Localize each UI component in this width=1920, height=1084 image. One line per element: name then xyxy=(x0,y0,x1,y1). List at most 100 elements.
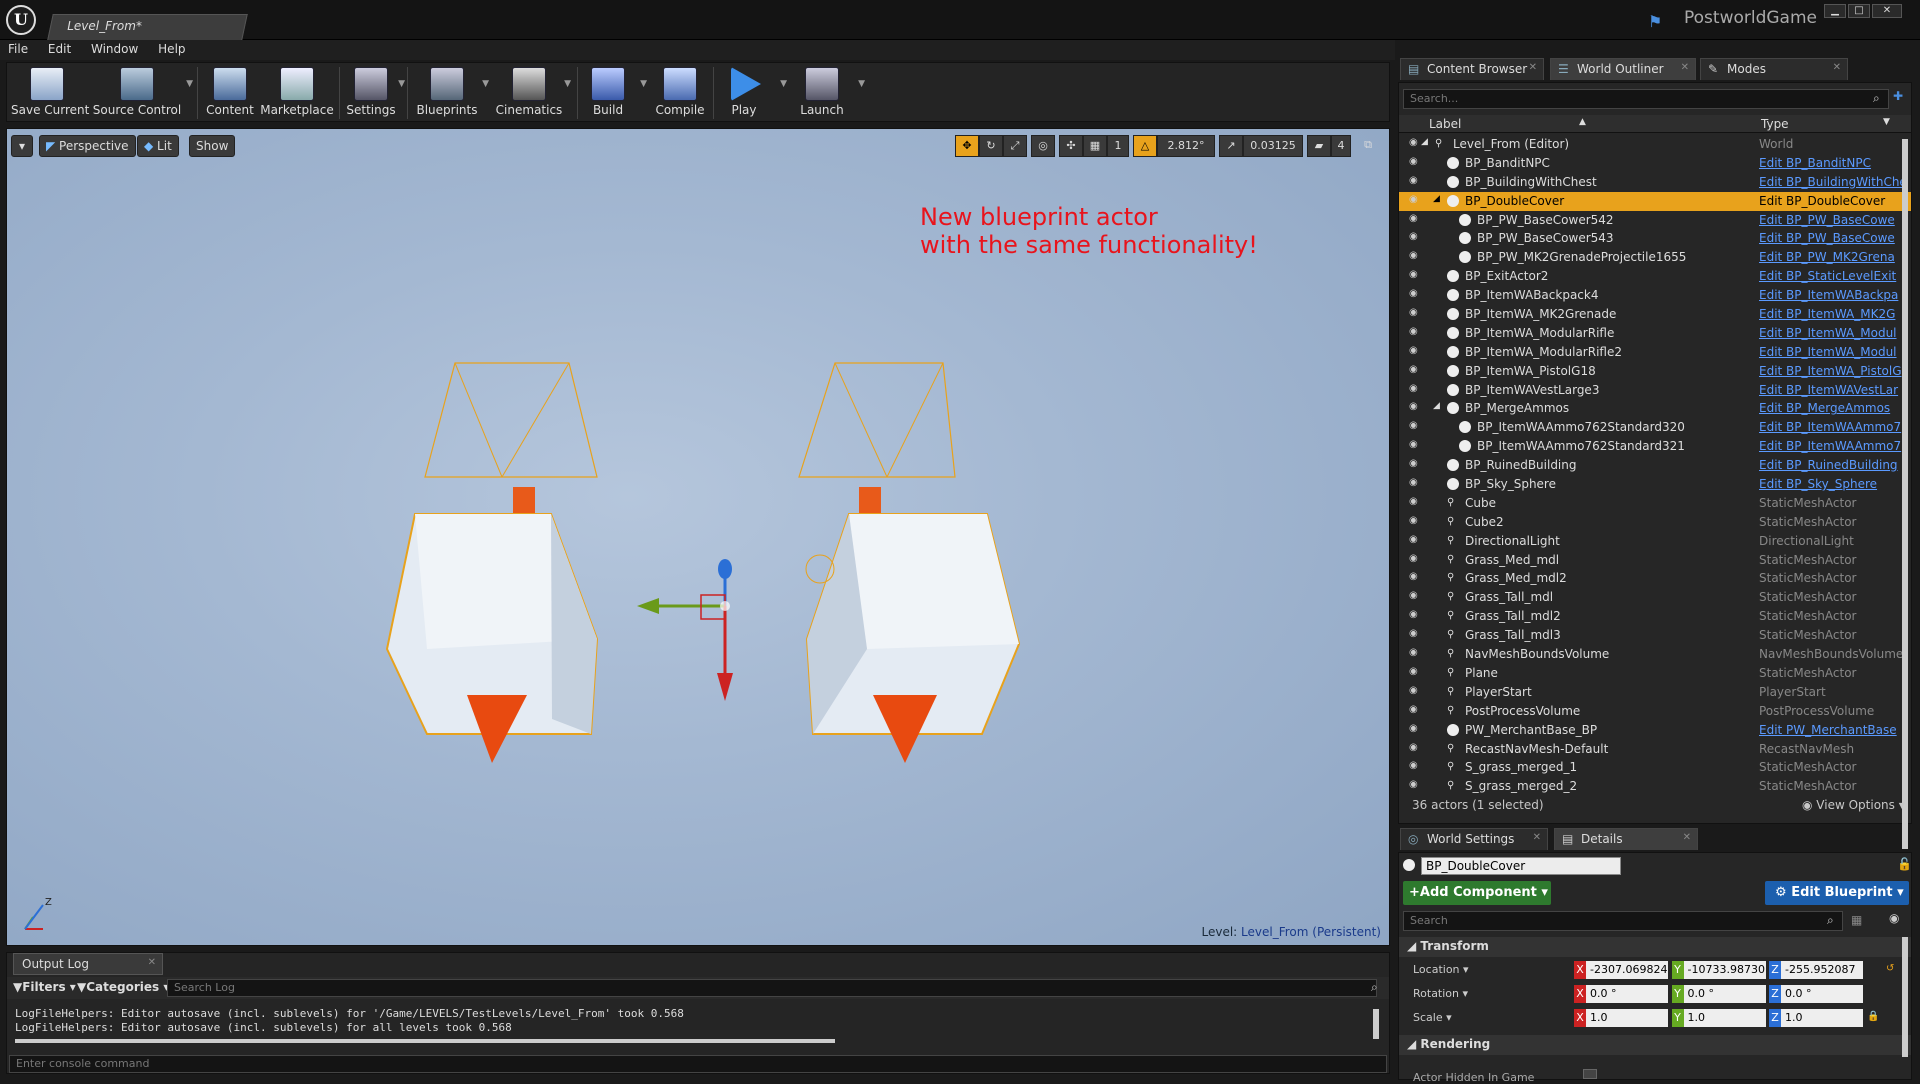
outliner-row[interactable]: ◉ ◢ BP_DoubleCover Edit BP_DoubleCover xyxy=(1399,191,1911,211)
build-button[interactable]: Build ▼ xyxy=(583,65,647,121)
eye-icon[interactable]: ◉ xyxy=(1409,439,1418,450)
outliner-row[interactable]: ◉ BP_PW_BaseCower542 Edit BP_PW_BaseCowe xyxy=(1399,211,1911,230)
tab-details[interactable]: ▤ Details ✕ xyxy=(1554,828,1698,850)
row-type[interactable]: Edit BP_DoubleCover xyxy=(1759,194,1885,208)
log-scrollbar[interactable] xyxy=(15,1039,835,1043)
close-icon[interactable]: ✕ xyxy=(1833,62,1841,73)
close-icon[interactable]: ✕ xyxy=(1681,62,1689,73)
menu-file[interactable]: File xyxy=(0,40,36,56)
tab-content-browser[interactable]: ▤ Content Browser ✕ xyxy=(1400,58,1544,80)
row-type[interactable]: Edit BP_ItemWAAmmo7 xyxy=(1759,439,1901,453)
transform-category[interactable]: ◢ Transform xyxy=(1399,937,1911,957)
eye-icon[interactable]: ◉ xyxy=(1409,534,1418,545)
expand-arrow-icon[interactable]: ◢ xyxy=(1433,194,1440,204)
eye-icon[interactable]: ◉ xyxy=(1409,553,1418,564)
chevron-down-icon[interactable]: ▼ xyxy=(186,79,193,89)
row-type[interactable]: Edit BP_ItemWA_Modul xyxy=(1759,345,1897,359)
outliner-row[interactable]: ◉ ⚲ DirectionalLight DirectionalLight xyxy=(1399,532,1911,551)
chevron-down-icon[interactable]: ▼ xyxy=(858,79,865,89)
eye-icon[interactable]: ◉ xyxy=(1409,156,1418,167)
actor-hidden-checkbox[interactable] xyxy=(1583,1069,1597,1079)
eye-icon[interactable]: ◉ xyxy=(1409,175,1418,186)
location-dropdown[interactable]: Location ▾ xyxy=(1413,963,1469,976)
blueprints-button[interactable]: Blueprints ▼ xyxy=(413,65,489,121)
close-button[interactable]: ✕ xyxy=(1872,4,1902,18)
outliner-row[interactable]: ◉ BP_Sky_Sphere Edit BP_Sky_Sphere xyxy=(1399,475,1911,494)
chevron-down-icon[interactable]: ▼ xyxy=(640,79,647,89)
translate-gizmo[interactable] xyxy=(637,559,733,701)
outliner-row[interactable]: ◉ BP_ItemWA_ModularRifle Edit BP_ItemWA_Mo… xyxy=(1399,324,1911,343)
eye-icon[interactable]: ◉ xyxy=(1889,911,1899,925)
column-header-type[interactable]: Type xyxy=(1761,117,1789,131)
chevron-down-icon[interactable]: ▼ xyxy=(398,79,405,89)
eye-icon[interactable]: ◉ xyxy=(1409,742,1418,753)
outliner-row[interactable]: ◉ BP_ItemWAVestLarge3 Edit BP_ItemWAVestLa… xyxy=(1399,381,1911,400)
level-document-tab[interactable]: Level_From* xyxy=(47,14,248,40)
outliner-row[interactable]: ◉ ⚲ Grass_Tall_mdl StaticMeshActor xyxy=(1399,588,1911,607)
row-type[interactable]: Edit BP_Sky_Sphere xyxy=(1759,477,1877,491)
outliner-row[interactable]: ◉ BP_ItemWA_MK2Grenade Edit BP_ItemWA_MK2G xyxy=(1399,305,1911,324)
outliner-row[interactable]: ◉ ⚲ Grass_Med_mdl2 StaticMeshActor xyxy=(1399,569,1911,588)
eye-icon[interactable]: ◉ xyxy=(1409,647,1418,658)
console-command-input[interactable]: Enter console command xyxy=(9,1055,1387,1073)
eye-icon[interactable]: ◉ xyxy=(1409,288,1418,299)
eye-icon[interactable]: ◉ xyxy=(1409,704,1418,715)
eye-icon[interactable]: ◉ xyxy=(1409,250,1418,261)
outliner-row[interactable]: ◉ ⚲ RecastNavMesh-Default RecastNavMesh xyxy=(1399,740,1911,759)
tab-world-settings[interactable]: ◎ World Settings ✕ xyxy=(1400,828,1548,850)
eye-icon[interactable]: ◉ xyxy=(1409,194,1418,205)
location-z-field[interactable]: -255.952087 xyxy=(1781,961,1863,979)
scale-x-field[interactable]: 1.0 xyxy=(1586,1009,1668,1027)
outliner-row[interactable]: ◉ BP_ItemWAAmmo762Standard321 Edit BP_Item… xyxy=(1399,437,1911,456)
categories-dropdown[interactable]: ▼Categories ▾ xyxy=(77,980,169,994)
row-type[interactable]: Edit BP_PW_MK2Grena xyxy=(1759,250,1895,264)
outliner-row[interactable]: ◉ ⚲ Grass_Med_mdl StaticMeshActor xyxy=(1399,551,1911,570)
eye-icon[interactable]: ◉ xyxy=(1409,723,1418,734)
rotation-y-field[interactable]: 0.0 ° xyxy=(1683,985,1766,1003)
row-type[interactable]: Edit BP_PW_BaseCowe xyxy=(1759,213,1895,227)
outliner-row[interactable]: ◉ ⚲ PostProcessVolume PostProcessVolume xyxy=(1399,702,1911,721)
column-header-label[interactable]: Label xyxy=(1429,117,1461,131)
outliner-row[interactable]: ◉ BP_BuildingWithChest Edit BP_BuildingWit… xyxy=(1399,173,1911,192)
chevron-down-icon[interactable]: ▼ xyxy=(1883,117,1890,127)
chevron-down-icon[interactable]: ▼ xyxy=(564,79,571,89)
marketplace-button[interactable]: Marketplace xyxy=(259,65,335,121)
menu-window[interactable]: Window xyxy=(83,40,146,56)
add-component-button[interactable]: +Add Component ▾ xyxy=(1403,881,1551,905)
row-type[interactable]: Edit BP_BanditNPC xyxy=(1759,156,1871,170)
outliner-row[interactable]: ◉ ⚲ PlayerStart PlayerStart xyxy=(1399,683,1911,702)
filters-dropdown[interactable]: ▼Filters ▾ xyxy=(13,980,76,994)
double-cover-right[interactable] xyxy=(798,362,1021,763)
outliner-row[interactable]: ◉ ⚲ Grass_Tall_mdl2 StaticMeshActor xyxy=(1399,607,1911,626)
search-icon[interactable]: ⌕ xyxy=(1873,91,1880,106)
tab-modes[interactable]: ✎ Modes ✕ xyxy=(1700,58,1848,80)
outliner-row[interactable]: ◉ BP_ExitActor2 Edit BP_StaticLevelExit xyxy=(1399,267,1911,286)
outliner-row[interactable]: ◉ PW_MerchantBase_BP Edit PW_MerchantBase xyxy=(1399,721,1911,740)
eye-icon[interactable]: ◉ xyxy=(1409,458,1418,469)
search-icon[interactable]: ⌕ xyxy=(1827,913,1834,928)
row-type[interactable]: Edit BP_ItemWABackpa xyxy=(1759,288,1898,302)
edit-blueprint-button[interactable]: ⚙ Edit Blueprint ▾ xyxy=(1765,881,1909,905)
sort-ascending-icon[interactable]: ▲ xyxy=(1579,117,1586,127)
outliner-row[interactable]: ◉ BP_ItemWAAmmo762Standard320 Edit BP_Item… xyxy=(1399,418,1911,437)
pin-icon[interactable]: ✚ xyxy=(1893,89,1903,103)
location-y-field[interactable]: -10733.98730 xyxy=(1683,961,1766,979)
eye-icon[interactable]: ◉ xyxy=(1409,779,1418,790)
compile-button[interactable]: Compile xyxy=(653,65,707,121)
outliner-row[interactable]: ◉ ⚲ S_grass_merged_1 StaticMeshActor xyxy=(1399,758,1911,777)
row-type[interactable]: Edit BP_ItemWA_Modul xyxy=(1759,326,1897,340)
scale-y-field[interactable]: 1.0 xyxy=(1683,1009,1766,1027)
eye-icon[interactable]: ◉ xyxy=(1409,307,1418,318)
eye-icon[interactable]: ◉ xyxy=(1409,685,1418,696)
double-cover-left[interactable] xyxy=(385,362,599,763)
lock-icon[interactable]: 🔓 xyxy=(1897,857,1912,871)
eye-icon[interactable]: ◉ xyxy=(1409,326,1418,337)
actor-name-field[interactable]: BP_DoubleCover xyxy=(1421,857,1621,875)
expand-arrow-icon[interactable]: ◢ xyxy=(1433,401,1440,411)
close-icon[interactable]: ✕ xyxy=(1533,832,1541,843)
level-viewport[interactable]: ▾ ◤ Perspective ◆ Lit Show ✥ ↻ ⤢ ◎ ✣ ▦ 1… xyxy=(6,128,1390,946)
rendering-category[interactable]: ◢ Rendering xyxy=(1399,1035,1911,1055)
settings-button[interactable]: Settings ▼ xyxy=(343,65,405,121)
menu-edit[interactable]: Edit xyxy=(40,40,79,56)
tab-world-outliner[interactable]: ☰ World Outliner ✕ xyxy=(1550,58,1696,80)
